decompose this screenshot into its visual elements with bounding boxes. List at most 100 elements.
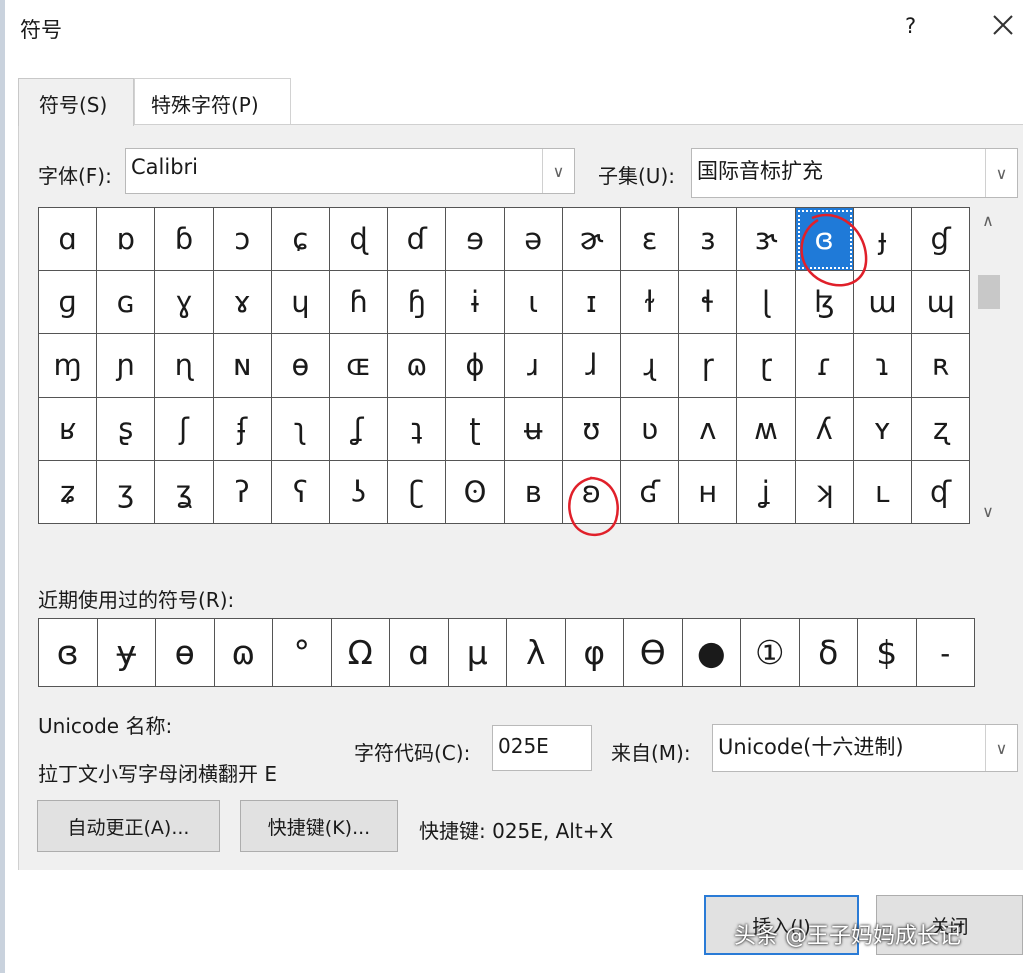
recent-symbol-cell[interactable]: ɞ xyxy=(39,619,98,687)
shortcut-key-button[interactable]: 快捷键(K)... xyxy=(240,800,398,852)
symbol-cell[interactable]: ʠ xyxy=(912,460,971,524)
symbol-cell[interactable]: ɹ xyxy=(504,334,563,398)
symbol-cell[interactable]: ʍ xyxy=(737,397,796,461)
symbol-cell[interactable]: ɝ xyxy=(737,208,796,272)
symbol-cell[interactable]: ʆ xyxy=(330,397,389,461)
symbol-cell[interactable]: ʄ xyxy=(213,397,272,461)
chevron-down-icon[interactable]: ∨ xyxy=(985,149,1017,197)
recent-symbol-cell[interactable]: $ xyxy=(858,619,917,687)
symbol-cell[interactable]: ɑ xyxy=(39,208,98,272)
symbol-cell[interactable]: ɼ xyxy=(679,334,738,398)
symbol-cell[interactable]: ʞ xyxy=(795,460,854,524)
symbol-cell[interactable]: ɮ xyxy=(795,271,854,335)
symbol-cell[interactable]: ʙ xyxy=(504,460,563,524)
symbol-cell[interactable]: ʇ xyxy=(388,397,447,461)
symbol-cell[interactable]: ɕ xyxy=(271,208,330,272)
symbol-cell[interactable]: ʖ xyxy=(330,460,389,524)
recent-symbol-cell[interactable]: λ xyxy=(507,619,566,687)
symbol-cell[interactable]: ʒ xyxy=(97,460,156,524)
symbol-cell[interactable]: ɡ xyxy=(39,271,98,335)
symbol-cell[interactable]: ʈ xyxy=(446,397,505,461)
symbol-cell[interactable]: ʃ xyxy=(155,397,214,461)
symbol-cell[interactable]: ʗ xyxy=(388,460,447,524)
symbol-cell[interactable]: ɞ xyxy=(795,208,854,272)
symbol-cell[interactable]: ʏ xyxy=(853,397,912,461)
chevron-down-icon[interactable]: ∨ xyxy=(542,149,574,193)
symbol-cell[interactable]: ɚ xyxy=(562,208,621,272)
symbol-cell[interactable]: ɽ xyxy=(737,334,796,398)
symbol-cell[interactable]: ɛ xyxy=(621,208,680,272)
symbol-cell[interactable]: ʜ xyxy=(679,460,738,524)
symbol-cell[interactable]: ɸ xyxy=(446,334,505,398)
symbol-grid-scrollbar[interactable]: ∧ ∨ xyxy=(973,207,1003,525)
symbol-cell[interactable]: ɔ xyxy=(213,208,272,272)
symbol-cell[interactable]: ɒ xyxy=(97,208,156,272)
symbol-cell[interactable]: ɟ xyxy=(853,208,912,272)
symbol-cell[interactable]: ɜ xyxy=(679,208,738,272)
symbol-cell[interactable]: ɭ xyxy=(737,271,796,335)
symbol-cell[interactable]: ɰ xyxy=(912,271,971,335)
char-code-input[interactable]: 025E xyxy=(492,725,592,771)
symbol-cell[interactable]: ʕ xyxy=(271,460,330,524)
symbol-cell[interactable]: ɠ xyxy=(912,208,971,272)
symbol-cell[interactable]: ɗ xyxy=(388,208,447,272)
recent-symbol-cell[interactable]: ɵ xyxy=(156,619,215,687)
symbol-cell[interactable]: ʑ xyxy=(39,460,98,524)
symbol-cell[interactable]: ʂ xyxy=(97,397,156,461)
symbol-cell[interactable]: ɨ xyxy=(446,271,505,335)
chevron-down-icon[interactable]: ∨ xyxy=(973,502,1003,521)
symbol-cell[interactable]: ʝ xyxy=(737,460,796,524)
symbol-cell[interactable]: ə xyxy=(504,208,563,272)
from-select[interactable]: Unicode(十六进制) ∨ xyxy=(712,724,1018,772)
symbol-cell[interactable]: ɯ xyxy=(853,271,912,335)
close-icon[interactable] xyxy=(988,10,1018,40)
symbol-cell[interactable]: ʌ xyxy=(679,397,738,461)
recent-symbol-cell[interactable]: φ xyxy=(565,619,624,687)
symbol-cell[interactable]: ʟ xyxy=(853,460,912,524)
symbol-cell[interactable]: ɦ xyxy=(330,271,389,335)
chevron-up-icon[interactable]: ∧ xyxy=(973,211,1003,230)
symbol-cell[interactable]: ɴ xyxy=(213,334,272,398)
symbol-cell[interactable]: ɩ xyxy=(504,271,563,335)
symbol-cell[interactable]: ɫ xyxy=(621,271,680,335)
recent-symbol-cell[interactable]: δ xyxy=(799,619,858,687)
symbol-cell[interactable]: ɷ xyxy=(388,334,447,398)
symbol-cell[interactable]: ʓ xyxy=(155,460,214,524)
tab-symbols[interactable]: 符号(S) xyxy=(18,78,134,126)
symbol-cell[interactable]: ɓ xyxy=(155,208,214,272)
symbol-cell[interactable]: ʊ xyxy=(562,397,621,461)
symbol-cell[interactable]: ɿ xyxy=(853,334,912,398)
symbol-cell[interactable]: ʅ xyxy=(271,397,330,461)
recent-symbol-cell[interactable]: ɏ xyxy=(97,619,156,687)
symbol-cell[interactable]: ɤ xyxy=(213,271,272,335)
symbol-cell[interactable]: ʀ xyxy=(912,334,971,398)
symbol-cell[interactable]: ɲ xyxy=(97,334,156,398)
symbol-cell[interactable]: ɶ xyxy=(330,334,389,398)
font-select[interactable]: Calibri ∨ xyxy=(125,148,575,194)
symbol-cell[interactable]: ɵ xyxy=(271,334,330,398)
tab-special-characters[interactable]: 特殊字符(P) xyxy=(134,78,291,124)
recent-symbol-cell[interactable]: Ω xyxy=(331,619,390,687)
symbol-cell[interactable]: ɬ xyxy=(679,271,738,335)
symbol-cell[interactable]: ʔ xyxy=(213,460,272,524)
recent-symbol-cell[interactable]: ● xyxy=(682,619,741,687)
recent-symbol-cell[interactable]: μ xyxy=(448,619,507,687)
recent-symbol-cell[interactable]: ˗ xyxy=(916,619,975,687)
symbol-cell[interactable]: ɻ xyxy=(621,334,680,398)
symbol-cell[interactable]: ʋ xyxy=(621,397,680,461)
symbol-cell[interactable]: ɥ xyxy=(271,271,330,335)
symbol-cell[interactable]: ʁ xyxy=(39,397,98,461)
recent-symbol-cell[interactable]: ɑ xyxy=(390,619,449,687)
symbol-cell[interactable]: ɧ xyxy=(388,271,447,335)
symbol-cell[interactable]: ɖ xyxy=(330,208,389,272)
chevron-down-icon[interactable]: ∨ xyxy=(985,725,1017,771)
autocorrect-button[interactable]: 自动更正(A)... xyxy=(37,800,220,852)
symbol-cell[interactable]: ʘ xyxy=(446,460,505,524)
recent-symbol-cell[interactable]: ° xyxy=(273,619,332,687)
symbol-cell[interactable]: ɾ xyxy=(795,334,854,398)
scroll-thumb[interactable] xyxy=(978,275,1000,309)
symbol-cell[interactable]: ɺ xyxy=(562,334,621,398)
symbol-cell[interactable]: ʐ xyxy=(912,397,971,461)
recent-symbol-cell[interactable]: ɷ xyxy=(214,619,273,687)
symbol-cell[interactable]: ʉ xyxy=(504,397,563,461)
